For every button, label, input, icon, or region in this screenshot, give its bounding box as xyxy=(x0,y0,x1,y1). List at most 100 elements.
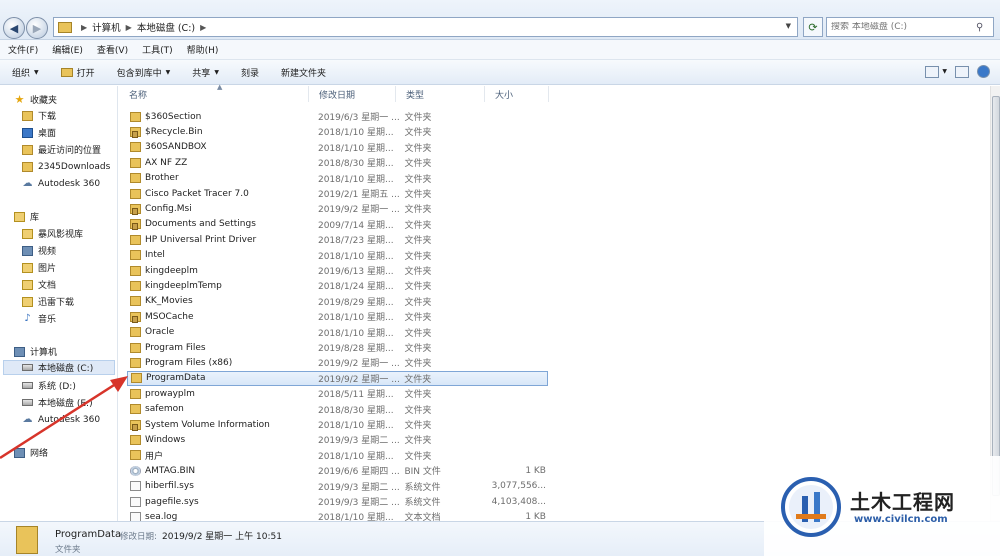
nav-videos[interactable]: 视频 xyxy=(22,243,56,258)
file-row[interactable]: 360SANDBOX 2018/1/10 星期... 文件夹 xyxy=(127,140,548,155)
nav-documents[interactable]: 文档 xyxy=(22,277,56,292)
column-header-name[interactable]: 名称 xyxy=(119,86,309,102)
burn-button[interactable]: 刻录 xyxy=(241,66,259,79)
download-library-icon xyxy=(22,296,33,307)
file-row[interactable]: Config.Msi 2019/9/2 星期一 ... 文件夹 xyxy=(127,201,548,216)
file-row[interactable]: Program Files 2019/8/28 星期... 文件夹 xyxy=(127,340,548,355)
recent-places-icon xyxy=(22,144,33,155)
file-row[interactable]: AMTAG.BIN 2019/6/6 星期四 ... BIN 文件 1 KB xyxy=(127,463,548,478)
nav-network[interactable]: 网络 xyxy=(14,445,48,460)
nav-drive-d[interactable]: 系统 (D:) xyxy=(22,378,76,393)
file-row[interactable]: Documents and Settings 2009/7/14 星期... 文件夹 xyxy=(127,217,548,232)
file-row[interactable]: Cisco Packet Tracer 7.0 2019/2/1 星期五 ... 文… xyxy=(127,186,548,201)
nav-baofeng-library[interactable]: 暴风影视库 xyxy=(22,226,83,241)
file-date: 2019/8/29 星期... xyxy=(317,297,394,308)
command-bar: 组织 ▼ 打开 包含到库中 ▼ 共享 ▼ 刻录 新建文件夹 ▼ xyxy=(0,60,1000,85)
breadcrumb-drive-c[interactable]: 本地磁盘 (C:) xyxy=(137,20,195,34)
menu-file[interactable]: 文件(F) xyxy=(8,43,38,56)
folder-icon xyxy=(130,296,141,307)
view-dropdown-icon[interactable]: ▼ xyxy=(942,68,947,75)
file-row[interactable]: $Recycle.Bin 2018/1/10 星期... 文件夹 xyxy=(127,124,548,139)
file-row[interactable]: Program Files (x86) 2019/9/2 星期一 ... 文件夹 xyxy=(127,355,548,370)
column-header-date[interactable]: 修改日期 xyxy=(309,86,396,102)
file-row[interactable]: 用户 2018/1/10 星期... 文件夹 xyxy=(127,448,548,463)
column-header-size[interactable]: 大小 xyxy=(485,86,549,102)
file-name: Windows xyxy=(145,434,186,445)
file-name: MSOCache xyxy=(145,311,194,322)
nav-autodesk-360-fav[interactable]: ☁ Autodesk 360 xyxy=(22,176,101,191)
nav-pictures[interactable]: 图片 xyxy=(22,260,56,275)
chevron-right-icon[interactable]: ▶ xyxy=(81,23,87,32)
file-row[interactable]: KK_Movies 2019/8/29 星期... 文件夹 xyxy=(127,294,548,309)
file-row[interactable]: hiberfil.sys 2019/9/3 星期二 ... 系统文件 3,077,55… xyxy=(127,479,548,494)
nav-label: 暴风影视库 xyxy=(38,230,84,240)
file-date: 2019/6/13 星期... xyxy=(317,267,394,277)
new-folder-button[interactable]: 新建文件夹 xyxy=(281,66,326,79)
file-row[interactable]: pagefile.sys 2019/9/3 星期二 ... 系统文件 4,103,40… xyxy=(127,494,548,509)
nav-xunlei-downloads[interactable]: 迅雷下载 xyxy=(22,294,74,309)
file-row[interactable]: prowayplm 2018/5/11 星期... 文件夹 xyxy=(127,386,548,401)
file-row[interactable]: System Volume Information 2018/1/10 星期...… xyxy=(127,417,548,432)
menu-view[interactable]: 查看(V) xyxy=(97,43,128,56)
nav-drive-c[interactable]: 本地磁盘 (C:) xyxy=(3,360,115,375)
refresh-button[interactable]: ⟳ xyxy=(803,17,823,37)
search-input[interactable] xyxy=(831,22,976,32)
folder-icon xyxy=(130,250,141,261)
file-row[interactable]: safemon 2018/8/30 星期... 文件夹 xyxy=(127,402,548,417)
chevron-right-icon[interactable]: ▶ xyxy=(200,23,206,32)
details-modified-label: 修改日期: xyxy=(120,532,157,542)
column-header-type[interactable]: 类型 xyxy=(396,86,485,102)
breadcrumb-computer[interactable]: 计算机 xyxy=(92,20,121,34)
file-row[interactable]: MSOCache 2018/1/10 星期... 文件夹 xyxy=(127,309,548,324)
nav-autodesk-360[interactable]: ☁ Autodesk 360 xyxy=(22,412,101,427)
scrollbar-thumb[interactable] xyxy=(992,96,1000,496)
file-row[interactable]: kingdeeplm 2019/6/13 星期... 文件夹 xyxy=(127,263,548,278)
organize-button[interactable]: 组织 ▼ xyxy=(12,66,39,79)
help-icon[interactable] xyxy=(977,65,990,78)
column-type-label: 类型 xyxy=(406,91,425,101)
forward-button[interactable]: ▶ xyxy=(26,17,48,39)
nav-desktop[interactable]: 桌面 xyxy=(22,125,56,140)
nav-label: 最近访问的位置 xyxy=(38,146,102,156)
file-row[interactable]: Intel 2018/1/10 星期... 文件夹 xyxy=(127,248,548,263)
nav-drive-e[interactable]: 本地磁盘 (E:) xyxy=(22,395,93,410)
search-box[interactable]: ⚲ xyxy=(826,17,994,37)
back-button[interactable]: ◀ xyxy=(3,17,25,39)
address-box[interactable]: ▶ 计算机 ▶ 本地磁盘 (C:) ▶ ▼ xyxy=(53,17,798,37)
navigation-pane: ★ 收藏夹 下载 桌面 最近访问的位置 2345Downloads ☁ Autode… xyxy=(0,86,118,521)
menu-edit[interactable]: 编辑(E) xyxy=(52,43,83,56)
nav-computer[interactable]: 计算机 xyxy=(14,344,57,359)
search-icon[interactable]: ⚲ xyxy=(976,22,983,33)
file-icon xyxy=(130,481,141,492)
include-in-library-button[interactable]: 包含到库中 ▼ xyxy=(117,66,171,79)
nav-recent-places[interactable]: 最近访问的位置 xyxy=(22,142,101,157)
file-row[interactable]: Windows 2019/9/3 星期二 ... 文件夹 xyxy=(127,432,548,447)
file-row[interactable]: AX NF ZZ 2018/8/30 星期... 文件夹 xyxy=(127,155,548,170)
file-type: 系统文件 xyxy=(404,482,441,493)
menu-help[interactable]: 帮助(H) xyxy=(187,43,219,56)
file-name: $360Section xyxy=(145,111,202,122)
locked-folder-icon xyxy=(130,419,141,431)
nav-favorites[interactable]: ★ 收藏夹 xyxy=(14,92,57,107)
file-row[interactable]: $360Section 2019/6/3 星期一 ... 文件夹 xyxy=(127,109,548,124)
open-button[interactable]: 打开 xyxy=(60,66,95,79)
nav-2345downloads[interactable]: 2345Downloads xyxy=(22,159,110,174)
nav-libraries[interactable]: 库 xyxy=(14,209,39,224)
file-row[interactable]: Oracle 2018/1/10 星期... 文件夹 xyxy=(127,325,548,340)
share-button[interactable]: 共享 ▼ xyxy=(192,66,219,79)
nav-music[interactable]: ♪ 音乐 xyxy=(22,311,56,326)
file-type: 文件夹 xyxy=(404,143,432,154)
menu-tools[interactable]: 工具(T) xyxy=(142,43,173,56)
file-row[interactable]: ProgramData 2019/9/2 星期一 ... 文件夹 xyxy=(127,370,548,386)
file-row[interactable]: Brother 2018/1/10 星期... 文件夹 xyxy=(127,171,548,186)
change-view-icon[interactable] xyxy=(925,65,940,78)
file-type: 文件夹 xyxy=(404,113,432,123)
address-history-dropdown-icon[interactable]: ▼ xyxy=(786,22,791,30)
file-date: 2018/8/30 星期... xyxy=(317,159,394,170)
chevron-right-icon[interactable]: ▶ xyxy=(126,23,132,32)
preview-pane-icon[interactable] xyxy=(955,65,969,78)
file-row[interactable]: HP Universal Print Driver 2018/7/23 星期...… xyxy=(127,232,548,247)
nav-downloads[interactable]: 下载 xyxy=(22,108,56,123)
file-size: 1 KB xyxy=(525,465,546,476)
file-row[interactable]: kingdeeplmTemp 2018/1/24 星期... 文件夹 xyxy=(127,278,548,293)
